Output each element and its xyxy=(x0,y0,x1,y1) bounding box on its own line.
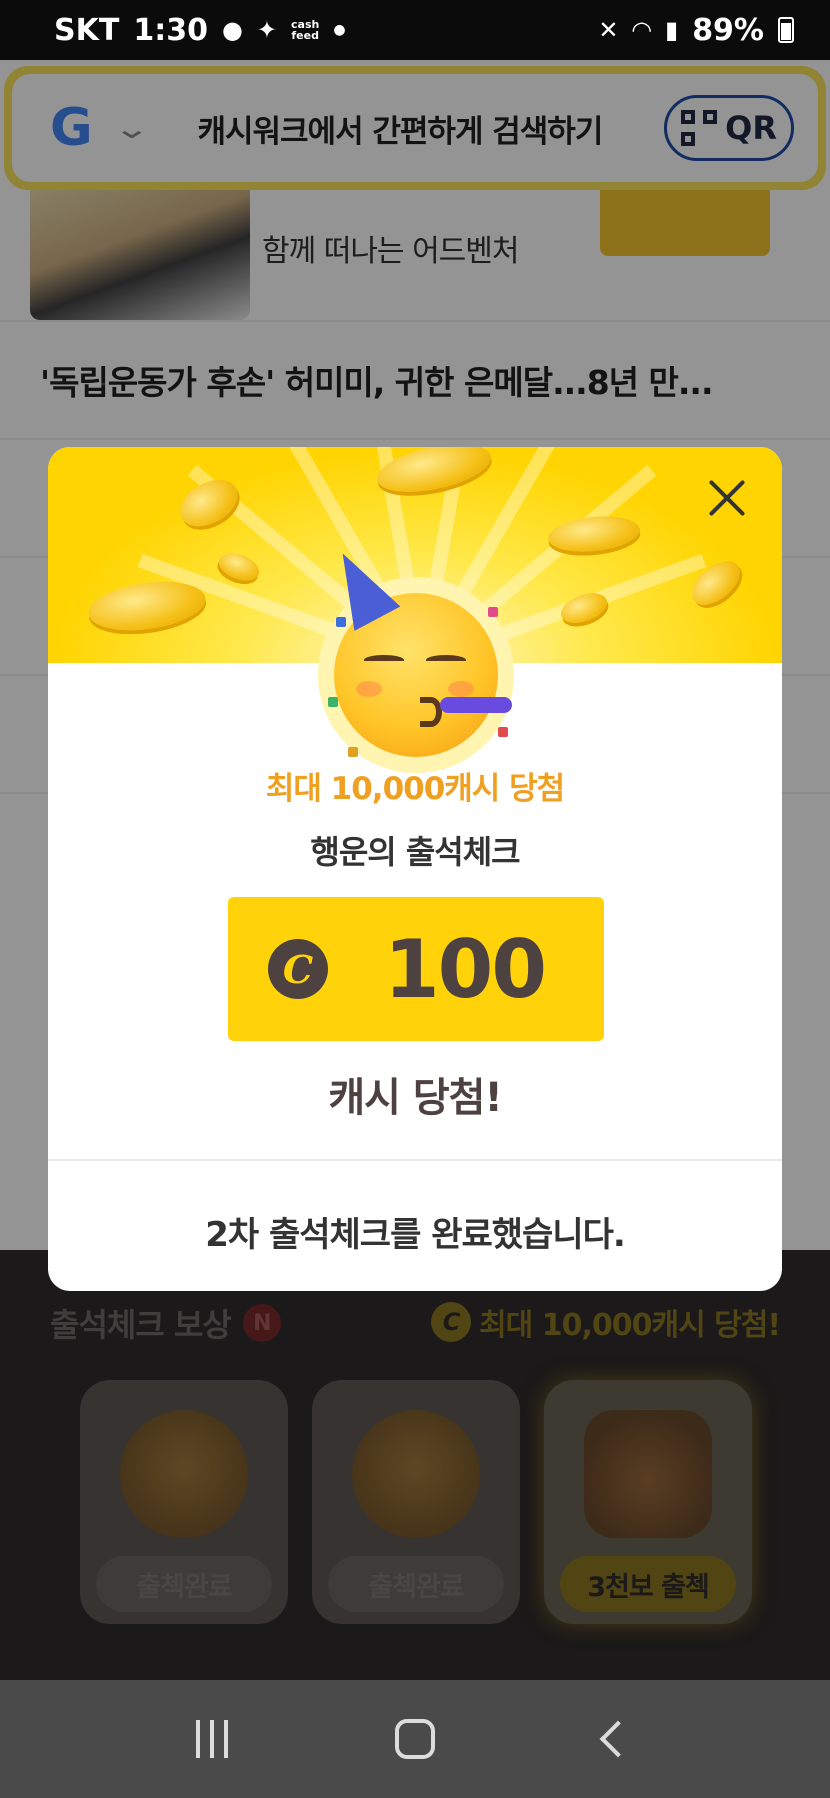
event-title: 행운의 출석체크 xyxy=(310,833,520,871)
promo-text: 최대 10,000캐시 당첨 xyxy=(265,771,565,807)
more-notifications-dot-icon: ● xyxy=(333,22,346,38)
completion-message: 2차 출석체크를 완료했습니다. xyxy=(205,1215,626,1255)
flying-coin xyxy=(172,470,246,536)
back-icon xyxy=(599,1720,637,1758)
prize-box: C 100 xyxy=(228,897,604,1041)
confetti xyxy=(348,747,358,757)
divider xyxy=(48,1159,782,1161)
wifi-icon: ◠ xyxy=(632,16,651,44)
attendance-reward-modal: 최대 10,000캐시 당첨 행운의 출석체크 C 100 캐시 당첨! 2차 … xyxy=(48,447,782,1291)
cash-feed-notification: cash feed xyxy=(291,18,320,42)
battery-percent: 89% xyxy=(692,12,764,48)
confetti xyxy=(488,607,498,617)
recents-button[interactable] xyxy=(172,1709,252,1769)
battery-icon xyxy=(778,17,794,43)
party-horn-icon xyxy=(440,697,512,713)
recents-icon xyxy=(195,1720,200,1758)
screen: SKT 1:30 ● ✦ cash feed ● ✕ ◠ ▮ 89% 함께 떠나는… xyxy=(0,0,830,1798)
back-button[interactable] xyxy=(578,1709,658,1769)
emoji-cheek xyxy=(448,681,474,697)
home-icon xyxy=(394,1719,435,1759)
prize-amount: 100 xyxy=(384,922,547,1016)
cash-coin-icon: C xyxy=(268,939,328,999)
status-bar: SKT 1:30 ● ✦ cash feed ● ✕ ◠ ▮ 89% xyxy=(0,0,830,60)
status-left: SKT 1:30 ● ✦ cash feed ● xyxy=(54,13,346,48)
recents-icon xyxy=(223,1720,228,1758)
emoji-mouth xyxy=(420,697,442,727)
confetti xyxy=(328,697,338,707)
emoji-eye xyxy=(364,655,404,665)
clock: 1:30 xyxy=(133,12,208,48)
home-button[interactable] xyxy=(375,1709,455,1769)
flying-coin xyxy=(215,548,263,586)
partying-face-emoji xyxy=(318,541,514,773)
app-notification-icon: ✦ xyxy=(256,16,278,44)
emoji-face xyxy=(319,541,512,757)
system-navigation-bar xyxy=(0,1680,830,1798)
win-text: 캐시 당첨! xyxy=(328,1075,502,1121)
signal-icon: ▮ xyxy=(664,16,679,44)
recents-icon xyxy=(209,1720,214,1758)
mute-icon: ✕ xyxy=(598,16,619,44)
confetti xyxy=(336,617,346,627)
chat-bubble-icon: ● xyxy=(221,16,243,44)
confetti xyxy=(498,727,508,737)
status-right: ✕ ◠ ▮ 89% xyxy=(598,13,794,48)
emoji-eye xyxy=(426,655,466,665)
flying-coin xyxy=(85,575,209,637)
carrier-label: SKT xyxy=(54,12,120,48)
close-icon[interactable] xyxy=(698,469,756,527)
emoji-cheek xyxy=(356,681,382,697)
